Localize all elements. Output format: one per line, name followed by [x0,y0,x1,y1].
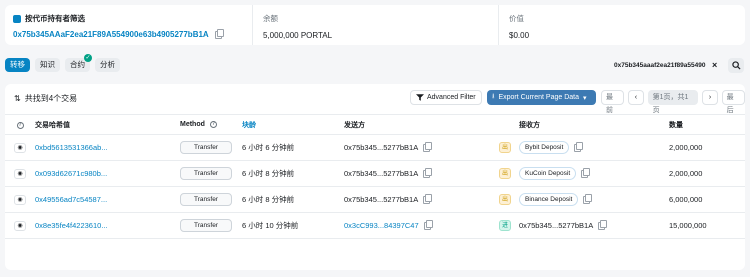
amount-cell: 2,000,000 [669,134,745,161]
eye-icon[interactable]: ◉ [14,168,26,179]
age-cell: 6 小时 8 分钟前 [242,160,344,187]
advanced-filter-button[interactable]: Advanced Filter [410,90,482,105]
transfers-card: ⇅ 共找到4个交易 Advanced Filter ⭳ Export Curre… [5,84,745,270]
holder-address-link[interactable]: 0x75b345AAaF2ea21F89A554900e63b4905277bB… [13,30,209,39]
close-icon[interactable]: × [712,60,717,70]
from-address: 0x75b345...5277bB1A [344,169,419,178]
from-address: 0x75b345...5277bB1A [344,143,419,152]
balance-stat: 余额 5,000,000 PORTAL [253,5,499,45]
copy-icon[interactable] [423,141,433,152]
col-amount: 数量 [669,114,745,135]
col-from: 发送方 [344,114,499,135]
holder-summary-card: 按代币持有者筛选 0x75b345AAaF2ea21F89A554900e63b… [5,5,745,45]
tab-transfers[interactable]: 转移 [5,58,30,72]
chevron-down-icon: ▾ [583,94,587,102]
sort-icon: ⇅ [14,94,21,103]
filter-icon [13,14,21,23]
direction-badge: 出 [499,142,511,153]
address-filter-chip: 0x75b345aaaf2ea21f89a55490 × [614,58,722,72]
filter-icon [416,94,424,101]
copy-icon[interactable] [423,193,433,204]
tab-info[interactable]: 知识 [35,58,60,72]
table-row: ◉ 0x8e35fe4f4223610... Transfer 6 小时 10 … [5,212,745,239]
copy-icon[interactable] [583,193,593,204]
balance-value: 5,000,000 PORTAL [263,31,333,40]
table-row: ◉ 0xbd5613531366ab... Transfer 6 小时 6 分钟… [5,134,745,161]
first-page-button[interactable]: 最前 [601,90,625,114]
tab-contract[interactable]: 合约 ✓ [65,54,92,72]
export-button[interactable]: ⭳ Export Current Page Data ▾ [487,90,596,105]
download-icon: ⭳ [492,93,495,100]
pagination: 最前 ‹ 第1页，共1页 › 最后 [601,90,745,114]
method-badge: Transfer [180,193,232,206]
amount-cell: 2,000,000 [669,160,745,187]
table-toolbar: ⇅ 共找到4个交易 Advanced Filter ⭳ Export Curre… [5,84,745,114]
to-address[interactable]: 0x75b345...5277bB1A [519,221,593,230]
value-stat: 价值 $0.00 [499,5,745,45]
copy-icon[interactable] [581,167,591,178]
from-address[interactable]: 0x3cC993...84397C47 [344,221,419,230]
tx-hash-link[interactable]: 0x093d62671c980b... [35,169,107,178]
search-button[interactable] [728,58,744,73]
last-page-button[interactable]: 最后 [721,90,745,114]
value-amount: $0.00 [509,31,530,40]
copy-icon[interactable] [214,28,224,39]
copy-icon[interactable] [574,141,584,152]
balance-label: 余额 [263,14,278,23]
holder-filter-title: 按代币持有者筛选 [13,13,244,24]
table-row: ◉ 0x093d62671c980b... Transfer 6 小时 8 分钟… [5,160,745,187]
method-badge: Transfer [180,219,232,232]
col-to: 接收方 [519,114,669,135]
to-label-tag[interactable]: Bybit Deposit [519,141,570,154]
next-page-button[interactable]: › [702,90,718,105]
direction-badge: 进 [499,220,511,231]
copy-icon[interactable] [598,219,608,230]
eye-icon[interactable]: ◉ [14,194,26,205]
method-badge: Transfer [180,167,232,180]
tx-hash-link[interactable]: 0xbd5613531366ab... [35,143,108,152]
verified-check-icon: ✓ [84,54,92,62]
result-count: ⇅ 共找到4个交易 [14,94,78,103]
tx-hash-link[interactable]: 0x8e35fe4f4223610... [35,221,108,230]
page-info: 第1页，共1页 [647,90,699,114]
tx-hash-link[interactable]: 0x49556ad7c54587... [35,195,107,204]
prev-page-button[interactable]: ‹ [628,90,644,105]
copy-icon[interactable] [423,167,433,178]
filter-chip-text: 0x75b345aaaf2ea21f89a55490 [614,61,706,69]
age-cell: 6 小时 8 分钟前 [242,186,344,213]
col-method: Method [180,121,205,128]
table-header: ? 交易哈希值 Method? 块龄 发送方 接收方 数量 [5,114,745,135]
age-cell: 6 小时 6 分钟前 [242,134,344,161]
to-label-tag[interactable]: Binance Deposit [519,193,579,206]
table-row: ◉ 0x49556ad7c54587... Transfer 6 小时 8 分钟… [5,186,745,213]
age-cell: 6 小时 10 分钟前 [242,212,344,239]
amount-cell: 6,000,000 [669,186,745,213]
amount-cell: 15,000,000 [669,212,745,239]
search-icon [731,61,741,70]
from-address: 0x75b345...5277bB1A [344,195,419,204]
to-label-tag[interactable]: KuCoin Deposit [519,167,577,180]
eye-icon[interactable]: ◉ [14,220,26,231]
tab-analytics[interactable]: 分析 [95,58,120,72]
transfers-table: ? 交易哈希值 Method? 块龄 发送方 接收方 数量 ◉ 0xbd5613… [5,114,745,239]
col-age[interactable]: 块龄 [242,114,344,135]
info-icon: ? [16,121,24,129]
direction-badge: 出 [499,194,511,205]
copy-icon[interactable] [423,219,433,230]
eye-icon[interactable]: ◉ [14,142,26,153]
tab-bar: 转移 知识 合约 ✓ 分析 [5,54,120,72]
direction-badge: 出 [499,168,511,179]
col-hash: 交易哈希值 [35,114,180,135]
holder-filter: 按代币持有者筛选 0x75b345AAaF2ea21F89A554900e63b… [5,5,253,45]
value-label: 价值 [509,14,524,23]
info-icon: ? [209,121,217,128]
method-badge: Transfer [180,141,232,154]
